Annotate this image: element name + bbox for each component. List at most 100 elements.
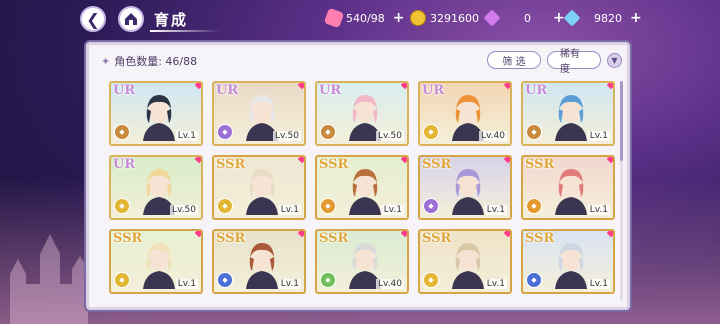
level-label: Lv.50: [273, 131, 301, 141]
character-portrait: [452, 169, 484, 215]
character-card[interactable]: UR ◆ Lv.50: [212, 81, 306, 146]
rarity-badge: SSR: [422, 231, 452, 246]
level-label: Lv.1: [484, 205, 507, 215]
new-indicator-icon: [606, 83, 613, 90]
level-label: Lv.50: [170, 205, 198, 215]
character-portrait: [246, 169, 278, 215]
character-portrait: [452, 243, 484, 289]
character-card[interactable]: SSR ◆ Lv.1: [418, 229, 512, 294]
rarity-badge: SSR: [113, 231, 143, 246]
character-card[interactable]: SSR ◆ Lv.1: [109, 229, 203, 294]
element-icon: ◆: [114, 124, 130, 140]
home-button[interactable]: [118, 6, 144, 32]
level-label: Lv.1: [381, 205, 404, 215]
character-card[interactable]: SSR ◆ Lv.40: [315, 229, 409, 294]
rarity-badge: UR: [525, 83, 548, 98]
filter-button[interactable]: 筛 选: [487, 51, 541, 69]
rarity-badge: UR: [216, 83, 239, 98]
element-icon: ◆: [217, 272, 233, 288]
element-icon: ◆: [320, 272, 336, 288]
blue-gem-icon: [563, 9, 581, 27]
element-icon: ◆: [526, 272, 542, 288]
resource-blue-gem: 9820 +: [563, 9, 642, 27]
level-label: Lv.50: [376, 131, 404, 141]
character-portrait: [349, 169, 381, 215]
level-label: Lv.1: [587, 131, 610, 141]
rarity-badge: SSR: [525, 231, 555, 246]
character-card[interactable]: UR ◆ Lv.1: [521, 81, 615, 146]
rarity-badge: SSR: [216, 231, 246, 246]
resource-candy: 540/98 +: [323, 7, 405, 29]
add-candy-button[interactable]: +: [393, 10, 405, 26]
chevron-down-icon: ▼: [611, 56, 618, 65]
rarity-badge: UR: [422, 83, 445, 98]
rarity-badge: UR: [113, 157, 136, 172]
new-indicator-icon: [400, 157, 407, 164]
element-icon: ◆: [114, 272, 130, 288]
character-count-label: 角色数量: 46/88: [114, 55, 198, 68]
element-icon: ◆: [217, 198, 233, 214]
level-label: Lv.1: [278, 205, 301, 215]
level-label: Lv.1: [587, 279, 610, 289]
character-count: ✦ 角色数量: 46/88: [101, 53, 197, 69]
new-indicator-icon: [503, 157, 510, 164]
candy-value: 540/98: [346, 11, 385, 25]
character-portrait: [555, 243, 587, 289]
new-indicator-icon: [297, 83, 304, 90]
new-indicator-icon: [194, 83, 201, 90]
element-icon: ◆: [526, 198, 542, 214]
new-indicator-icon: [606, 231, 613, 238]
character-card[interactable]: SSR ◆ Lv.1: [212, 155, 306, 220]
character-card[interactable]: UR ◆ Lv.1: [109, 81, 203, 146]
pink-gem-value: 0: [524, 11, 531, 25]
page-title: 育成: [154, 11, 189, 29]
character-panel: ✦ 角色数量: 46/88 筛 选 稀有度 ▼ UR ◆ Lv.1 UR ◆ Lv.50 U…: [86, 42, 630, 310]
level-label: Lv.1: [484, 279, 507, 289]
back-button[interactable]: ❮: [80, 6, 106, 32]
new-indicator-icon: [503, 83, 510, 90]
element-icon: ◆: [320, 198, 336, 214]
character-card[interactable]: SSR ◆ Lv.1: [315, 155, 409, 220]
resource-pink-gem: 0 +: [483, 9, 565, 27]
sort-order-toggle[interactable]: ▼: [607, 53, 622, 68]
character-card[interactable]: UR ◆ Lv.40: [418, 81, 512, 146]
element-icon: ◆: [114, 198, 130, 214]
element-icon: ◆: [423, 124, 439, 140]
new-indicator-icon: [297, 157, 304, 164]
rarity-badge: SSR: [422, 157, 452, 172]
character-portrait: [143, 95, 175, 141]
gold-coin-icon: [410, 10, 426, 26]
level-label: Lv.1: [175, 131, 198, 141]
new-indicator-icon: [194, 231, 201, 238]
add-blue-gem-button[interactable]: +: [630, 10, 642, 26]
character-portrait: [555, 95, 587, 141]
rarity-sort-button[interactable]: 稀有度: [547, 49, 601, 75]
pink-gem-icon: [483, 9, 501, 27]
rarity-badge: SSR: [319, 231, 349, 246]
level-label: Lv.40: [479, 131, 507, 141]
new-indicator-icon: [400, 231, 407, 238]
element-icon: ◆: [526, 124, 542, 140]
rarity-badge: SSR: [319, 157, 349, 172]
element-icon: ◆: [320, 124, 336, 140]
scrollbar[interactable]: [620, 81, 623, 301]
character-card[interactable]: SSR ◆ Lv.1: [521, 155, 615, 220]
new-indicator-icon: [606, 157, 613, 164]
home-icon: [125, 13, 137, 25]
level-label: Lv.40: [376, 279, 404, 289]
character-card[interactable]: SSR ◆ Lv.1: [521, 229, 615, 294]
rarity-badge: UR: [113, 83, 136, 98]
character-card[interactable]: UR ◆ Lv.50: [315, 81, 409, 146]
character-grid: UR ◆ Lv.1 UR ◆ Lv.50 UR ◆ Lv.50 UR ◆ Lv.40 UR ◆ Lv.1 UR…: [109, 81, 615, 294]
title-underline: [150, 30, 220, 32]
level-label: Lv.1: [278, 279, 301, 289]
character-card[interactable]: SSR ◆ Lv.1: [418, 155, 512, 220]
rarity-badge: UR: [319, 83, 342, 98]
element-icon: ◆: [217, 124, 233, 140]
blue-gem-value: 9820: [594, 11, 622, 25]
character-card[interactable]: UR ◆ Lv.50: [109, 155, 203, 220]
element-icon: ◆: [423, 272, 439, 288]
character-card[interactable]: SSR ◆ Lv.1: [212, 229, 306, 294]
character-portrait: [555, 169, 587, 215]
scrollbar-thumb[interactable]: [620, 81, 623, 161]
